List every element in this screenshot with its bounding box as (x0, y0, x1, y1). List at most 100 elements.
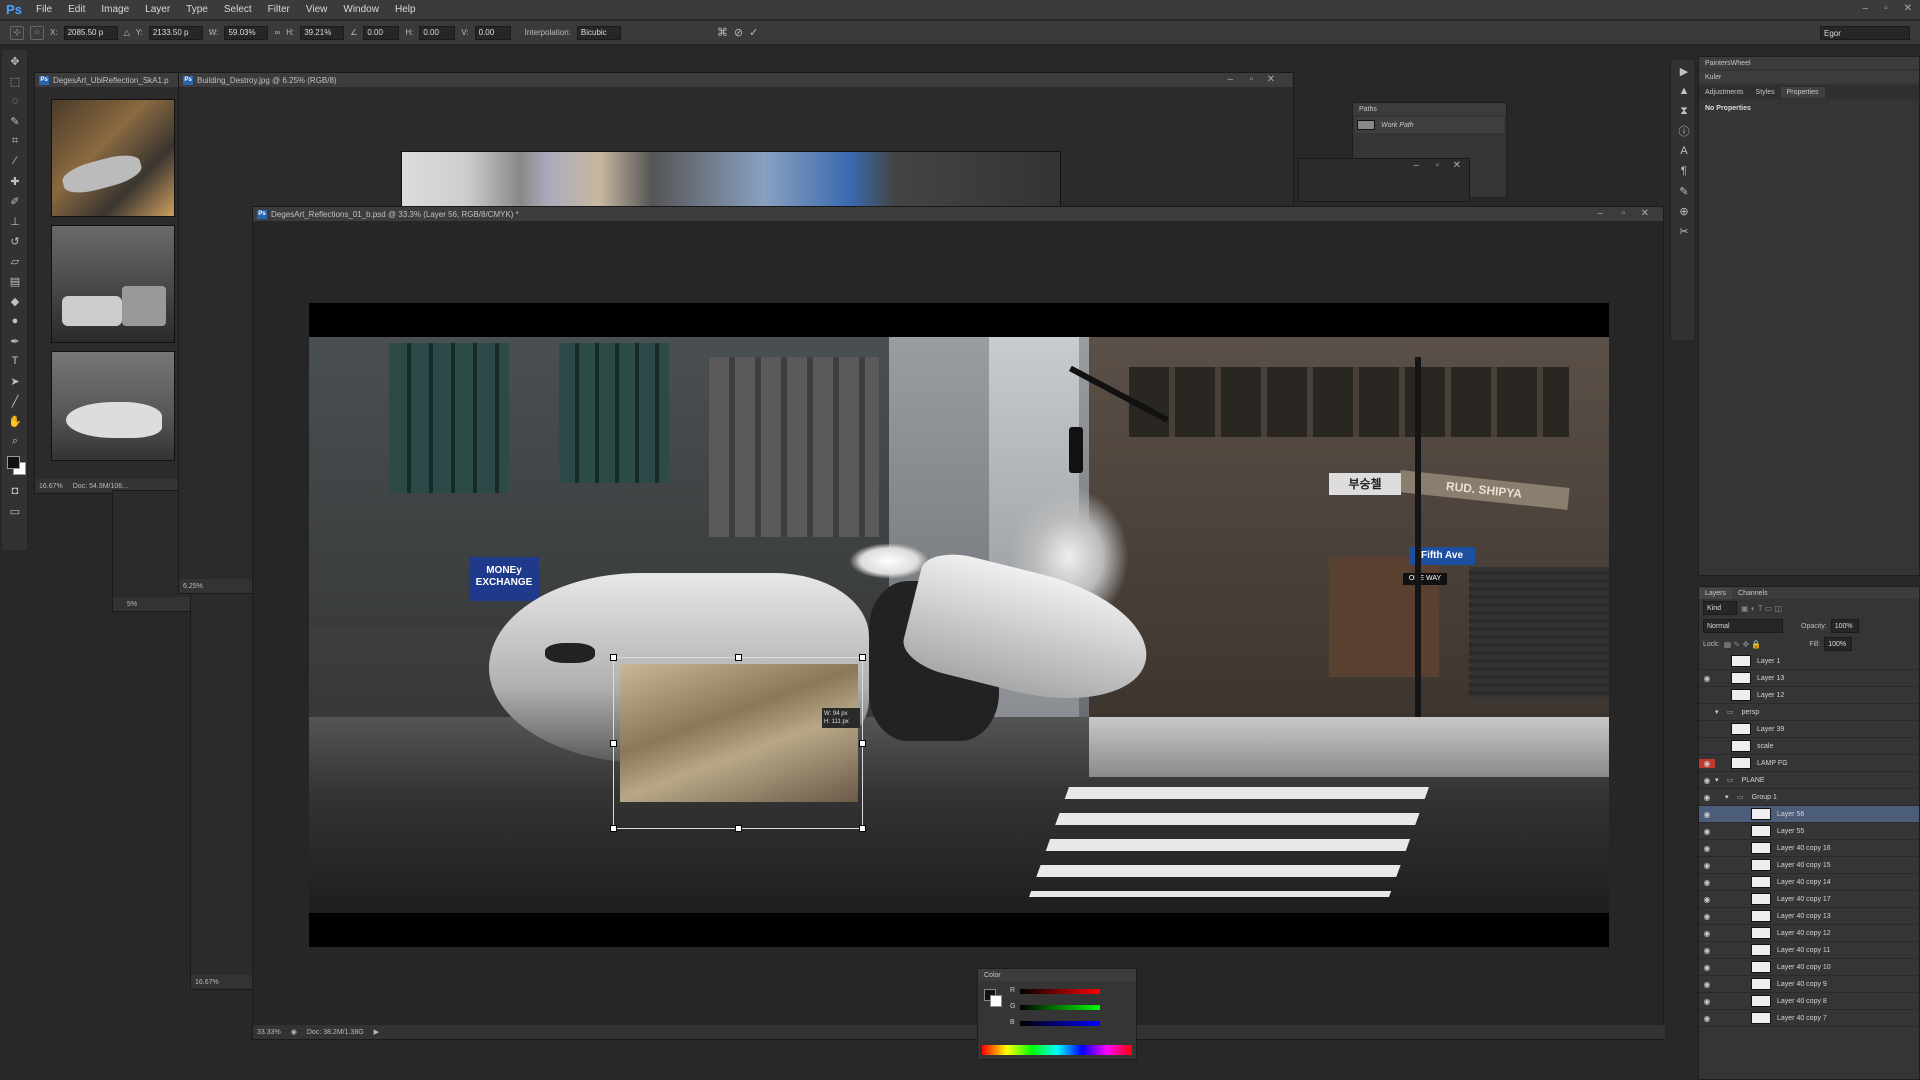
layer-row[interactable]: ◉ Layer 40 copy 13 (1699, 908, 1919, 925)
reference-point-icon[interactable]: ⁘ (30, 25, 44, 40)
layer-row[interactable]: scale (1699, 738, 1919, 755)
menu-type[interactable]: Type (178, 4, 216, 15)
close-icon[interactable]: ✕ (1904, 3, 1912, 14)
paragraph-icon[interactable]: ¶ (1674, 162, 1694, 180)
layer-row[interactable]: ▾ ▭ persp (1699, 704, 1919, 721)
doc-window-reference[interactable]: Ps DegesArt_UbiReflection_SkA1.p 16.67% … (34, 72, 181, 494)
layer-row[interactable]: ◉ Layer 40 copy 10 (1699, 959, 1919, 976)
status-arrow-icon[interactable]: ▶ (374, 1028, 379, 1036)
brush-presets-icon[interactable]: ✎ (1674, 182, 1694, 200)
width-input[interactable]: 59.03% (224, 25, 269, 40)
layer-kind-filter[interactable]: Kind (1703, 601, 1737, 615)
zoom-level[interactable]: 6.25% (183, 583, 203, 590)
x-input[interactable]: 2085.50 p (63, 25, 118, 40)
menu-layer[interactable]: Layer (137, 4, 178, 15)
minimize-icon[interactable]: – (1863, 3, 1869, 14)
height-input[interactable]: 39.21% (300, 25, 345, 40)
green-slider[interactable] (1020, 1005, 1100, 1010)
visibility-eye-icon[interactable]: ◉ (1699, 1014, 1715, 1023)
layer-row[interactable]: Layer 12 (1699, 687, 1919, 704)
layer-row[interactable]: ◉ ▾ ▭ PLANE (1699, 772, 1919, 789)
interpolation-select[interactable]: Bicubic (576, 25, 621, 40)
menu-image[interactable]: Image (93, 4, 137, 15)
visibility-eye-icon[interactable]: ◉ (1699, 674, 1715, 683)
layer-row[interactable]: ◉ Layer 40 copy 14 (1699, 874, 1919, 891)
layer-row[interactable]: Layer 1 (1699, 653, 1919, 670)
tab-paths[interactable]: Paths (1353, 104, 1383, 115)
screen-mode-icon[interactable]: ▭ (5, 502, 25, 520)
close-icon[interactable]: ✕ (1453, 160, 1461, 171)
visibility-eye-icon[interactable]: ◉ (1699, 827, 1715, 836)
menu-window[interactable]: Window (335, 4, 387, 15)
layer-row[interactable]: ◉ LAMP FG (1699, 755, 1919, 772)
lasso-tool-icon[interactable]: ◌ (5, 92, 25, 110)
zoom-level[interactable]: 5% (127, 601, 137, 608)
minimize-icon[interactable]: – (1597, 208, 1603, 219)
transform-handle[interactable] (735, 825, 742, 832)
transform-handle[interactable] (610, 654, 617, 661)
background-color-swatch[interactable] (990, 995, 1002, 1007)
opacity-input[interactable]: 100% (1830, 619, 1859, 633)
info-icon[interactable]: ⓘ (1674, 122, 1694, 140)
move-tool-icon[interactable]: ✥ (5, 52, 25, 70)
transform-handle[interactable] (735, 654, 742, 661)
layer-row[interactable]: ◉ Layer 40 copy 9 (1699, 976, 1919, 993)
doc-window-small-b[interactable]: 16.67% (190, 570, 259, 990)
restore-icon[interactable]: ▫ (1249, 74, 1253, 85)
workspace-select[interactable]: Egor (1820, 26, 1910, 40)
history-brush-tool-icon[interactable]: ↺ (5, 232, 25, 250)
layer-row[interactable]: ◉ Layer 40 copy 11 (1699, 942, 1919, 959)
canvas[interactable]: MONEy EXCHANGE Fifth Ave RUD. SHIPYA 부숭첼… (309, 303, 1609, 947)
lock-icons[interactable]: ▦ ✎ ✥ 🔒 (1724, 640, 1762, 649)
stamp-tool-icon[interactable]: ⊥ (5, 212, 25, 230)
history-icon[interactable]: ⧗ (1674, 102, 1694, 120)
red-slider[interactable] (1020, 989, 1100, 994)
zoom-level[interactable]: 16.67% (39, 483, 63, 490)
tab-styles[interactable]: Styles (1750, 87, 1781, 98)
vskew-input[interactable]: 0.00 (474, 25, 511, 40)
layer-row[interactable]: ◉ Layer 40 copy 8 (1699, 993, 1919, 1010)
layer-row[interactable]: Layer 39 (1699, 721, 1919, 738)
visibility-eye-icon[interactable]: ◉ (1699, 895, 1715, 904)
tab-channels[interactable]: Channels (1732, 588, 1774, 599)
zoom-level[interactable]: 33.33% (257, 1029, 281, 1036)
tab-kuler[interactable]: Kuler (1699, 72, 1727, 83)
pen-tool-icon[interactable]: ✒ (5, 332, 25, 350)
menu-select[interactable]: Select (216, 4, 260, 15)
menu-view[interactable]: View (298, 4, 336, 15)
fill-input[interactable]: 100% (1824, 637, 1853, 651)
visibility-eye-icon[interactable]: ◉ (1699, 776, 1715, 785)
healing-tool-icon[interactable]: ✚ (5, 172, 25, 190)
crop-tool-icon[interactable]: ⌗ (5, 132, 25, 150)
eraser-tool-icon[interactable]: ▱ (5, 252, 25, 270)
gradient-tool-icon[interactable]: ▤ (5, 272, 25, 290)
layer-row[interactable]: ◉ Layer 40 copy 12 (1699, 925, 1919, 942)
visibility-eye-icon[interactable]: ◉ (1699, 758, 1715, 768)
menu-filter[interactable]: Filter (260, 4, 298, 15)
tab-color[interactable]: Color (978, 970, 1007, 981)
expand-arrow-icon[interactable]: ▾ (1725, 793, 1735, 801)
layer-row[interactable]: ◉ Layer 13 (1699, 670, 1919, 687)
doc-titlebar[interactable]: Ps DegesArt_Reflections_01_b.psd @ 33.3%… (253, 207, 1663, 221)
expand-arrow-icon[interactable]: ▾ (1715, 776, 1725, 784)
layer-row[interactable]: ◉ Layer 40 copy 16 (1699, 840, 1919, 857)
minimize-icon[interactable]: – (1227, 74, 1233, 85)
dodge-tool-icon[interactable]: ● (5, 312, 25, 330)
marquee-tool-icon[interactable]: ⬚ (5, 72, 25, 90)
blur-tool-icon[interactable]: ◆ (5, 292, 25, 310)
layer-row[interactable]: ◉ Layer 40 copy 7 (1699, 1010, 1919, 1027)
quick-select-tool-icon[interactable]: ✎ (5, 112, 25, 130)
tab-layers[interactable]: Layers (1699, 587, 1733, 599)
visibility-eye-icon[interactable]: ◉ (1699, 997, 1715, 1006)
transform-handle[interactable] (610, 740, 617, 747)
blend-mode-select[interactable]: Normal (1703, 619, 1783, 633)
visibility-eye-icon[interactable]: ◉ (1699, 861, 1715, 870)
type-tool-icon[interactable]: T (5, 352, 25, 370)
close-icon[interactable]: ✕ (1641, 208, 1649, 219)
layer-row[interactable]: ◉ Layer 40 copy 17 (1699, 891, 1919, 908)
doc-titlebar[interactable]: Ps Building_Destroy.jpg @ 6.25% (RGB/8) (179, 73, 1293, 87)
tool-preset-icon[interactable]: ⊹ (10, 25, 24, 40)
commit-transform-icon[interactable]: ✓ (749, 26, 758, 39)
layer-row[interactable]: ◉ ▾ ▭ Group 1 (1699, 789, 1919, 806)
histogram-icon[interactable]: ▲ (1674, 82, 1694, 100)
